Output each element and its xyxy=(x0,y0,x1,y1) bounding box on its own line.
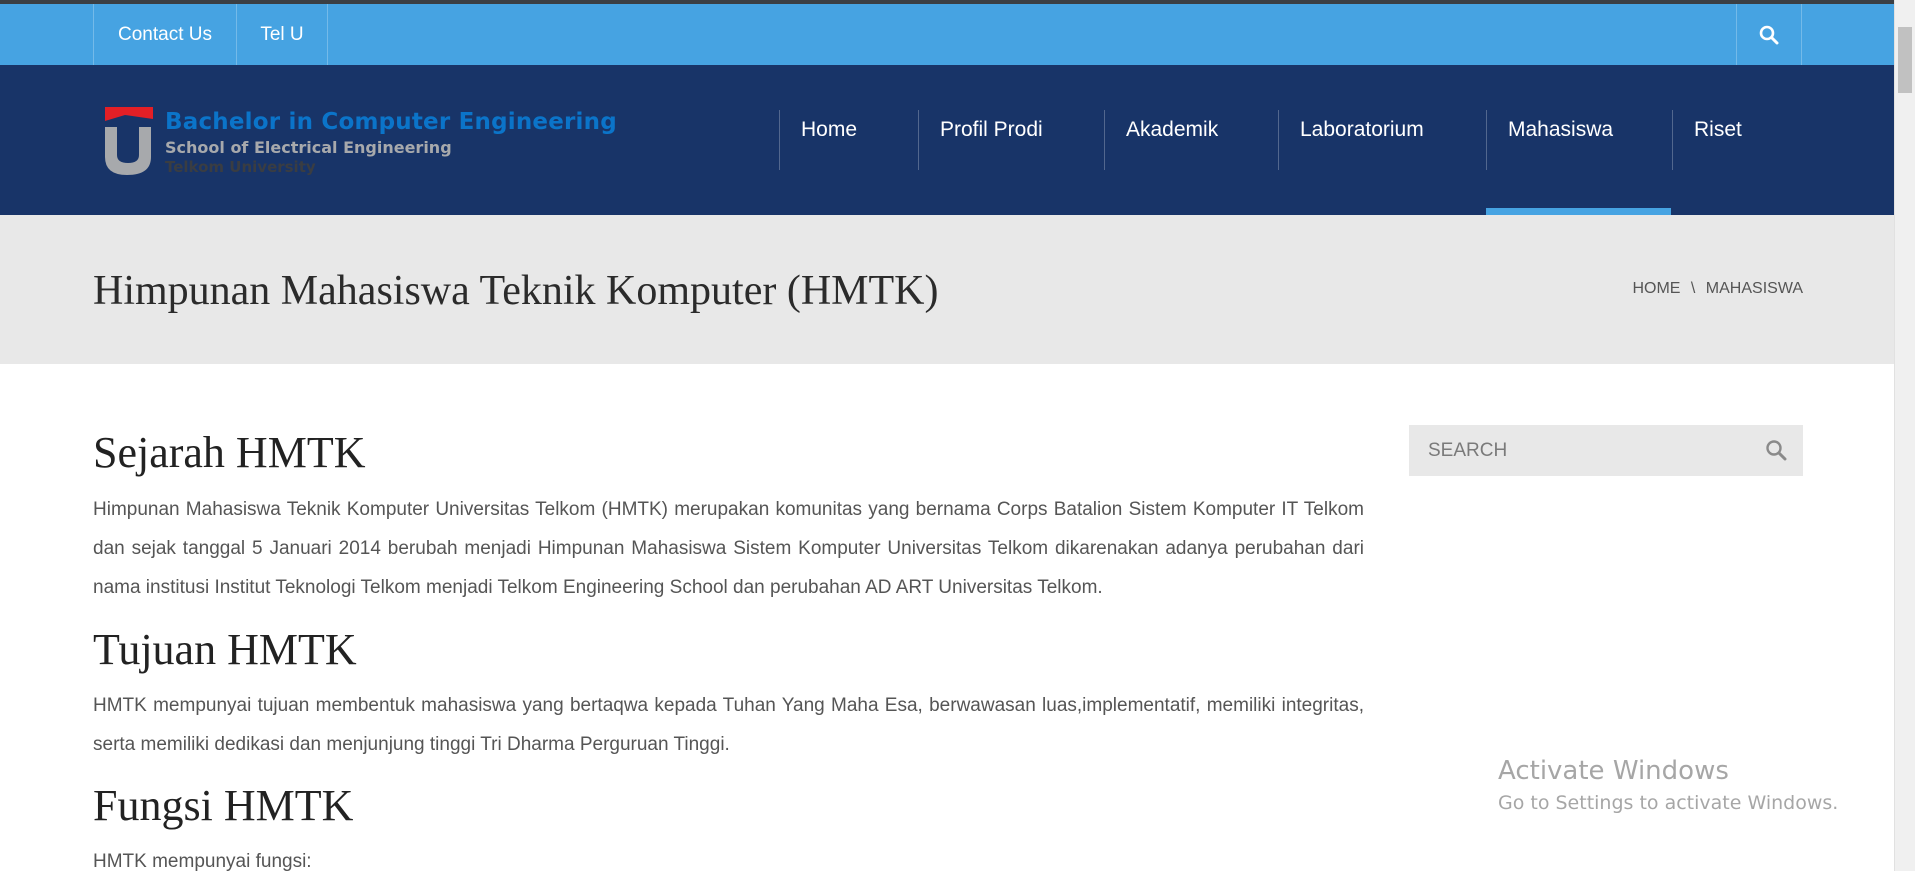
web-page: Contact Us Tel U Bachelor in Computer En… xyxy=(0,0,1894,871)
nav-mahasiswa[interactable]: Mahasiswa xyxy=(1486,110,1613,170)
search-icon xyxy=(1759,25,1779,44)
breadcrumb: HOME \ MAHASISWA xyxy=(1632,280,1803,298)
contact-us-link[interactable]: Contact Us xyxy=(93,4,236,65)
tel-u-link[interactable]: Tel U xyxy=(236,4,328,65)
activate-windows-watermark: Activate Windows Go to Settings to activ… xyxy=(1498,756,1838,814)
nav-home[interactable]: Home xyxy=(779,110,857,170)
breadcrumb-separator: \ xyxy=(1690,280,1696,297)
search-icon[interactable] xyxy=(1765,439,1787,461)
vertical-scrollbar[interactable] xyxy=(1894,0,1915,871)
page-title: Himpunan Mahasiswa Teknik Komputer (HMTK… xyxy=(93,268,939,314)
watermark-subtitle: Go to Settings to activate Windows. xyxy=(1498,792,1839,814)
fungsi-paragraph: HMTK mempunyai fungsi: xyxy=(93,851,312,871)
browser-viewport: Contact Us Tel U Bachelor in Computer En… xyxy=(0,0,1915,871)
nav-laboratorium[interactable]: Laboratorium xyxy=(1278,110,1424,170)
logo-line-school: School of Electrical Engineering xyxy=(165,138,452,157)
logo-line-university: Telkom University xyxy=(165,158,316,176)
nav-active-indicator xyxy=(1486,208,1671,215)
logo-line-program: Bachelor in Computer Engineering xyxy=(165,109,617,135)
nav-akademik[interactable]: Akademik xyxy=(1104,110,1218,170)
watermark-title: Activate Windows xyxy=(1498,756,1729,786)
tujuan-paragraph: HMTK mempunyai tujuan membentuk mahasisw… xyxy=(93,695,1364,755)
breadcrumb-mahasiswa: MAHASISWA xyxy=(1705,280,1803,297)
top-search-button[interactable] xyxy=(1736,4,1802,65)
scrollbar-thumb[interactable] xyxy=(1898,27,1912,93)
main-navbar: Bachelor in Computer Engineering School … xyxy=(0,65,1894,215)
sejarah-paragraph: Himpunan Mahasiswa Teknik Komputer Unive… xyxy=(93,499,1364,598)
nav-profil-prodi[interactable]: Profil Prodi xyxy=(918,110,1043,170)
telkom-logo-icon xyxy=(105,107,153,175)
sejarah-heading: Sejarah HMTK xyxy=(93,428,366,477)
breadcrumb-home[interactable]: HOME xyxy=(1632,280,1680,298)
page-title-band: Himpunan Mahasiswa Teknik Komputer (HMTK… xyxy=(0,215,1894,364)
fungsi-heading: Fungsi HMTK xyxy=(93,781,354,830)
nav-riset[interactable]: Riset xyxy=(1672,110,1742,170)
top-bar: Contact Us Tel U xyxy=(0,4,1894,65)
tujuan-heading: Tujuan HMTK xyxy=(93,625,357,674)
sidebar-search-input[interactable] xyxy=(1409,425,1749,476)
site-logo[interactable]: Bachelor in Computer Engineering School … xyxy=(103,105,617,185)
sidebar-search-box xyxy=(1409,425,1803,476)
